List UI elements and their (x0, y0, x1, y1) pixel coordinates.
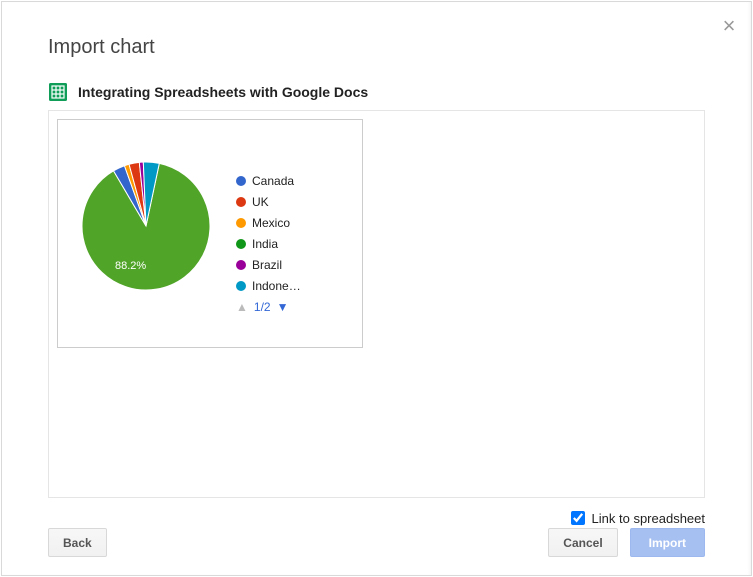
legend-label: India (252, 237, 278, 251)
legend-label: Mexico (252, 216, 290, 230)
legend-label: Brazil (252, 258, 282, 272)
legend-item: Indone… (236, 275, 301, 296)
legend-label: UK (252, 195, 269, 209)
legend-item: Canada (236, 170, 301, 191)
legend-swatch (236, 176, 246, 186)
dialog-title: Import chart (48, 36, 155, 59)
pager-next-icon[interactable]: ▼ (277, 300, 289, 314)
legend-label: Indone… (252, 279, 301, 293)
legend-swatch (236, 218, 246, 228)
source-document-name: Integrating Spreadsheets with Google Doc… (78, 84, 368, 100)
legend-pager: ▲ 1/2 ▼ (236, 300, 288, 314)
link-to-spreadsheet-row[interactable]: Link to spreadsheet (567, 508, 705, 528)
legend-swatch (236, 239, 246, 249)
pie-data-label: 88.2% (115, 260, 146, 272)
footer-left: Back (48, 528, 107, 557)
legend-item: India (236, 233, 301, 254)
chart-thumbnail[interactable]: 88.2% Canada UK Mexico India Brazil Indone… ▲… (57, 119, 363, 348)
source-document-row: Integrating Spreadsheets with Google Doc… (48, 82, 368, 102)
legend-swatch (236, 260, 246, 270)
legend-item: Mexico (236, 212, 301, 233)
cancel-button[interactable]: Cancel (548, 528, 617, 557)
chart-picker-area: 88.2% Canada UK Mexico India Brazil Indone… ▲… (48, 110, 705, 498)
back-button[interactable]: Back (48, 528, 107, 557)
chart-legend: Canada UK Mexico India Brazil Indone… (236, 170, 301, 296)
link-to-spreadsheet-checkbox[interactable] (571, 511, 585, 525)
legend-label: Canada (252, 174, 294, 188)
pager-prev-icon[interactable]: ▲ (236, 300, 248, 314)
legend-item: Brazil (236, 254, 301, 275)
legend-swatch (236, 281, 246, 291)
import-chart-dialog: × Import chart Integrating Spreadsheets … (1, 1, 752, 576)
import-button[interactable]: Import (630, 528, 705, 557)
link-to-spreadsheet-label: Link to spreadsheet (592, 511, 705, 526)
footer-right: Cancel Import (548, 528, 705, 557)
legend-swatch (236, 197, 246, 207)
sheets-icon (48, 82, 68, 102)
pie-chart: 88.2% (80, 160, 212, 292)
close-icon[interactable]: × (719, 16, 739, 36)
pager-text: 1/2 (254, 300, 271, 314)
legend-item: UK (236, 191, 301, 212)
